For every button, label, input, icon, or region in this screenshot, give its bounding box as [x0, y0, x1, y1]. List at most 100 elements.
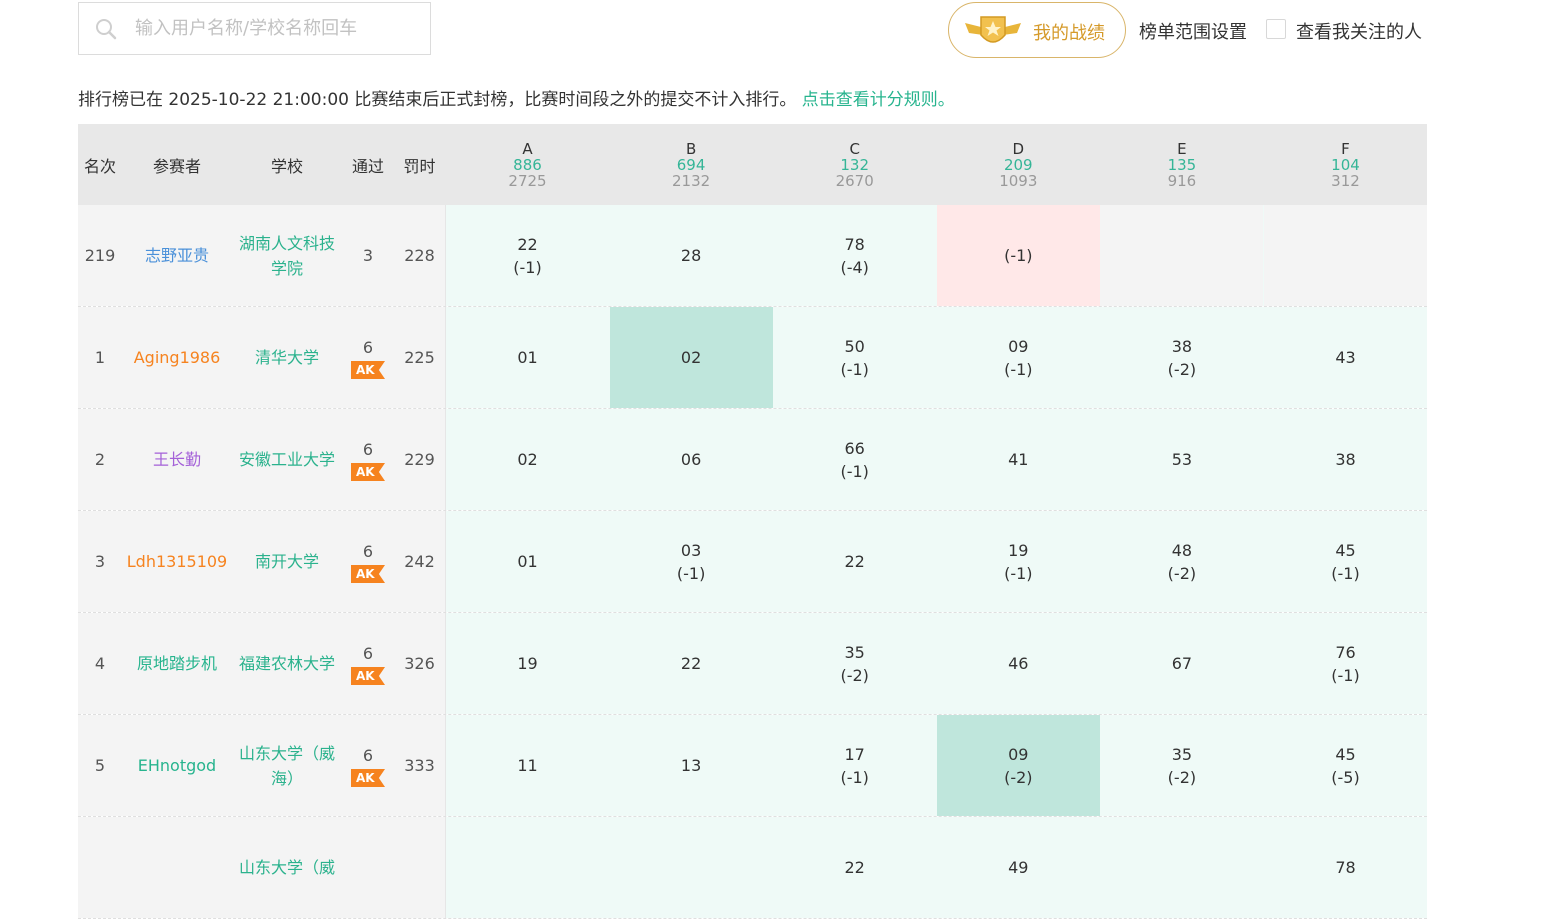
problem-cell-f[interactable]: 76 (-1) — [1264, 613, 1427, 714]
problem-cell-b[interactable]: 28 — [610, 205, 773, 306]
wrong-tries: (-1) — [840, 359, 869, 379]
problem-cell-d[interactable]: 46 — [937, 613, 1100, 714]
school-label[interactable]: 湖南人文科技学院 — [237, 231, 337, 281]
problem-cell-b[interactable]: 06 — [610, 409, 773, 510]
school-name[interactable]: 山东大学（威海） — [232, 715, 342, 816]
participant-name[interactable]: 原地踏步机 — [122, 613, 232, 714]
problem-cell-e[interactable]: 48 (-2) — [1100, 511, 1263, 612]
school-name[interactable]: 安徽工业大学 — [232, 409, 342, 510]
problem-header-e[interactable]: E 135 916 — [1100, 124, 1263, 205]
problem-cell-a[interactable]: 11 — [446, 715, 609, 816]
problem-header-d[interactable]: D 209 1093 — [937, 124, 1100, 205]
problem-cell-c[interactable]: 17 (-1) — [773, 715, 936, 816]
school-label[interactable]: 福建农林大学 — [237, 651, 337, 676]
problem-cell-a[interactable]: 19 — [446, 613, 609, 714]
table-row[interactable]: 219 志野亚贵 湖南人文科技学院 3 228 22 (-1) 28 78 (-4) (-1) — [78, 205, 1427, 307]
problem-cell-e[interactable] — [1100, 817, 1263, 918]
school-name[interactable]: 清华大学 — [232, 307, 342, 408]
problem-cell-d[interactable]: 19 (-1) — [937, 511, 1100, 612]
penalty-cell: 326 — [404, 654, 435, 673]
problem-cell-f[interactable]: 43 — [1264, 307, 1427, 408]
participant-name[interactable]: Ldh1315109 — [122, 511, 232, 612]
problem-cell-a[interactable]: 01 — [446, 307, 609, 408]
my-record-button[interactable]: 我的战绩 — [948, 2, 1126, 58]
penalty-cell: 333 — [404, 756, 435, 775]
problem-cell-a[interactable]: 01 — [446, 511, 609, 612]
problem-cell-b[interactable]: 02 — [609, 307, 773, 408]
wrong-tries: (-1) — [513, 257, 542, 277]
problem-cell-e[interactable]: 67 — [1100, 613, 1263, 714]
problem-cell-c[interactable]: 35 (-2) — [773, 613, 936, 714]
school-name[interactable]: 山东大学（威 — [232, 817, 342, 918]
wrong-tries: (-2) — [1167, 359, 1197, 379]
problem-cell-f[interactable]: 78 — [1264, 817, 1427, 918]
accept-time: 02 — [680, 348, 702, 367]
problem-cell-f[interactable]: 45 (-5) — [1264, 715, 1427, 816]
problem-cell-f[interactable]: 45 (-1) — [1264, 511, 1427, 612]
table-row[interactable]: 5 EHnotgod 山东大学（威海） 6 AK 333 11 13 17 (-1) 09 (-2) 3… — [78, 715, 1427, 817]
ak-badge: AK — [351, 769, 385, 787]
problem-header-c[interactable]: C 132 2670 — [773, 124, 936, 205]
problem-cell-a[interactable]: 22 (-1) — [446, 205, 609, 306]
problem-cell-e[interactable]: 53 — [1100, 409, 1263, 510]
accept-time: 09 — [1008, 744, 1029, 764]
my-record-label: 我的战绩 — [1033, 23, 1105, 44]
problem-cell-e[interactable] — [1100, 205, 1264, 306]
school-label[interactable]: 南开大学 — [237, 549, 337, 574]
school-label[interactable]: 山东大学（威 — [237, 855, 337, 880]
problem-header-b[interactable]: B 694 2132 — [610, 124, 773, 205]
solved-cell — [342, 817, 394, 918]
school-name[interactable]: 福建农林大学 — [232, 613, 342, 714]
school-label[interactable]: 山东大学（威海） — [237, 741, 337, 791]
table-row[interactable]: 山东大学（威 22 49 78 — [78, 817, 1427, 919]
problem-cell-d[interactable]: 41 — [937, 409, 1100, 510]
table-row[interactable]: 4 原地踏步机 福建农林大学 6 AK 326 19 22 35 (-2) 46 67 76 (-1) — [78, 613, 1427, 715]
problem-cell-c[interactable]: 78 (-4) — [773, 205, 936, 306]
follow-label[interactable]: 查看我关注的人 — [1296, 18, 1422, 44]
ak-badge: AK — [351, 667, 385, 685]
table-row[interactable]: 3 Ldh1315109 南开大学 6 AK 242 01 03 (-1) 22 19 (-1) 48 (… — [78, 511, 1427, 613]
problem-try-count: 312 — [1331, 172, 1360, 190]
problem-cell-d[interactable]: 09 (-1) — [937, 307, 1100, 408]
problem-cell-e[interactable]: 35 (-2) — [1100, 715, 1263, 816]
participant-name[interactable]: 王长勤 — [122, 409, 232, 510]
col-rank[interactable]: 名次 — [78, 124, 122, 205]
problem-cell-d[interactable]: 49 — [937, 817, 1100, 918]
participant-name[interactable]: Aging1986 — [122, 307, 232, 408]
search-input[interactable] — [135, 3, 425, 54]
table-row[interactable]: 2 王长勤 安徽工业大学 6 AK 229 02 06 66 (-1) 41 53 38 — [78, 409, 1427, 511]
problem-cell-d[interactable]: 09 (-2) — [936, 715, 1100, 816]
accept-time: 19 — [1008, 540, 1029, 560]
problem-cell-c[interactable]: 22 — [773, 817, 936, 918]
school-name[interactable]: 湖南人文科技学院 — [232, 205, 342, 306]
range-setting-link[interactable]: 榜单范围设置 — [1139, 18, 1247, 44]
problem-cell-e[interactable]: 38 (-2) — [1100, 307, 1263, 408]
rank-cell: 2 — [94, 450, 106, 469]
search-box[interactable] — [78, 2, 431, 55]
problem-cell-b[interactable] — [610, 817, 773, 918]
table-row[interactable]: 1 Aging1986 清华大学 6 AK 225 01 02 50 (-1) 09 (-1) 38 (-… — [78, 307, 1427, 409]
problem-cell-b[interactable]: 13 — [610, 715, 773, 816]
participant-name[interactable] — [122, 817, 232, 918]
scoring-rule-link[interactable]: 点击查看计分规则。 — [802, 90, 955, 110]
participant-name[interactable]: 志野亚贵 — [122, 205, 232, 306]
follow-checkbox[interactable] — [1266, 19, 1286, 39]
school-label[interactable]: 清华大学 — [237, 345, 337, 370]
wrong-tries: (-2) — [1004, 767, 1033, 787]
school-label[interactable]: 安徽工业大学 — [237, 447, 337, 472]
problem-cell-f[interactable] — [1264, 205, 1427, 306]
problem-cell-f[interactable]: 38 — [1264, 409, 1427, 510]
problem-cell-c[interactable]: 66 (-1) — [773, 409, 936, 510]
problem-cell-a[interactable]: 02 — [446, 409, 609, 510]
problem-header-f[interactable]: F 104 312 — [1264, 124, 1427, 205]
problem-cell-a[interactable] — [446, 817, 609, 918]
problem-cell-c[interactable]: 50 (-1) — [773, 307, 936, 408]
problem-header-a[interactable]: A 886 2725 — [446, 124, 609, 205]
problem-cell-b[interactable]: 22 — [610, 613, 773, 714]
participant-name[interactable]: EHnotgod — [122, 715, 232, 816]
problem-cell-b[interactable]: 03 (-1) — [610, 511, 773, 612]
problem-pass-count: 135 — [1167, 156, 1197, 174]
school-name[interactable]: 南开大学 — [232, 511, 342, 612]
problem-cell-d[interactable]: (-1) — [936, 205, 1100, 306]
problem-cell-c[interactable]: 22 — [773, 511, 936, 612]
